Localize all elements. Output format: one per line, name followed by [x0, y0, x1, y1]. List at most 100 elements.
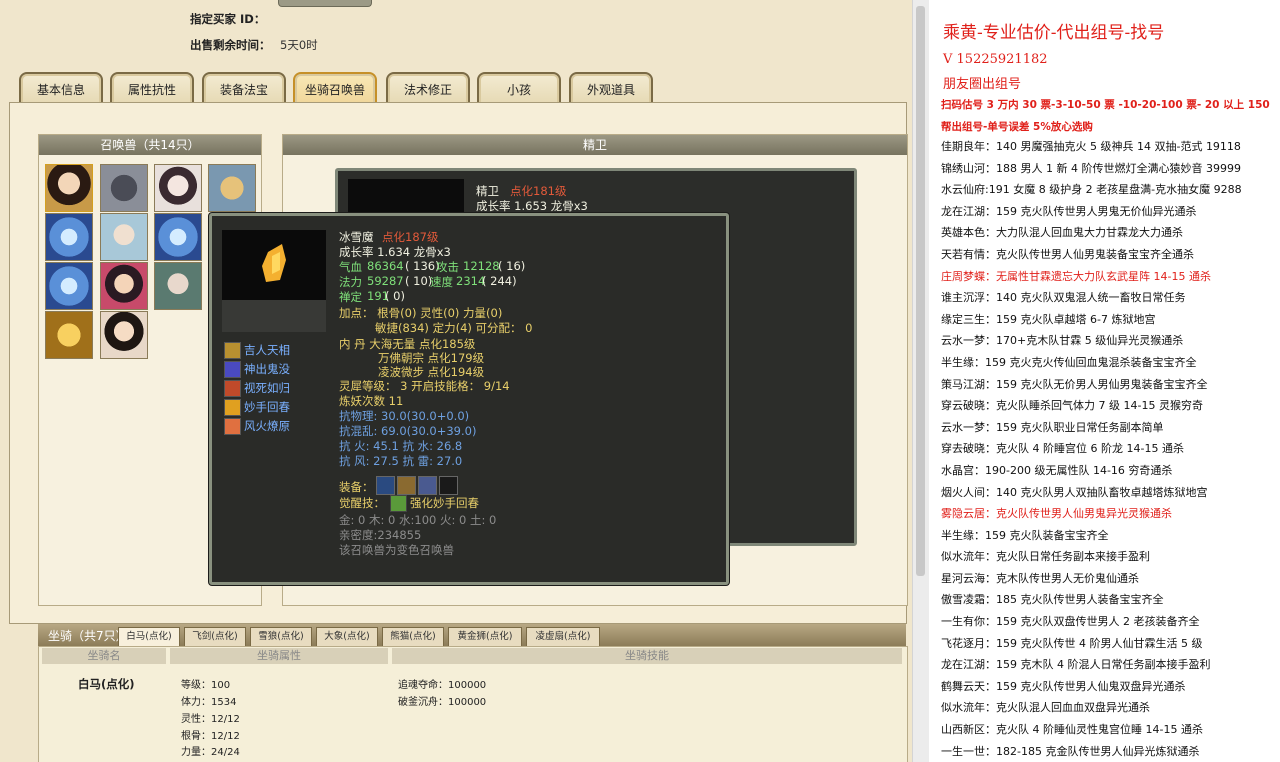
mount-tab-7[interactable]: 凌虚扇(点化): [526, 627, 600, 647]
intimacy: 亲密度:234855: [339, 528, 422, 542]
ad-list-item: 雾隐云居：克火队传世男人仙男鬼异光灵猴通杀: [941, 503, 1275, 525]
mount-tab-6[interactable]: 黄金狮(点化): [448, 627, 522, 647]
pet-avatar-7[interactable]: [154, 213, 202, 261]
selected-pet-title: 精卫: [283, 135, 907, 155]
ad-list-item-text: 龙在江湖：159 克火队传世男人男鬼无价仙异光通杀: [941, 204, 1197, 218]
mount-tab-5[interactable]: 熊猫(点化): [382, 627, 444, 647]
ad-line-3: 扫码估号 3 万内 30 票-3-10-50 票 -10-20-100 票- 2…: [941, 99, 1270, 111]
pet-avatar-4[interactable]: [208, 164, 256, 212]
ad-list-item-text: 似水流年：克火队混人回血血双盘异光通杀: [941, 701, 1150, 715]
top-button-edge[interactable]: [278, 0, 372, 7]
ad-list-item: 穿去破晓：克火队 4 阶睡宫位 6 阶龙 14-15 通杀: [941, 438, 1275, 460]
pet-detail-tooltip: 冰雪魔 点化187级 成长率 1.634 龙骨x3 气血 86364 ( 136…: [209, 213, 729, 585]
equip-label: 装备：: [339, 480, 374, 494]
skill-1-icon[interactable]: [224, 342, 241, 359]
ad-list-item: 烟火人间：140 克火队男人双抽队畜牧卓越塔炼狱地宫: [941, 482, 1275, 504]
tab-equip-treasure[interactable]: 装备法宝: [202, 72, 286, 104]
ad-list-item: 傲雪凌霜：185 克火队传世男人装备宝宝齐全: [941, 589, 1275, 611]
awaken-skill-name: 强化妙手回春: [410, 496, 479, 510]
pet-list-title: 召唤兽（共14只）: [39, 135, 261, 155]
ad-list-item-text: 水晶宫：190-200 级无属性队 14-16 穷奇通杀: [941, 463, 1173, 477]
mount-attr-3: 灵性：12/12: [181, 714, 240, 725]
ad-overlay: 乘黄-专业估价-代出组号-找号 V 15225921182 朋友圈出组号 扫码估…: [929, 0, 1280, 762]
mount-attr-4: 根骨：12/12: [181, 731, 240, 742]
lianyao-count: 炼妖次数 11: [339, 394, 404, 408]
resist-physical: 抗物理: 30.0(30.0+0.0): [339, 409, 470, 423]
ad-list-item: 云水一梦：159 克火队职业日常任务副本简单: [941, 417, 1275, 439]
scrollbar-thumb[interactable]: [916, 6, 925, 576]
cz-label: 禅定: [339, 290, 362, 304]
ad-list-item: 似水流年：克火队混人回血血双盘异光通杀: [941, 697, 1275, 719]
spd-points: ( 244): [482, 274, 517, 288]
ad-list-item-text: 傲雪凌霜：185 克火队传世男人装备宝宝齐全: [941, 593, 1164, 607]
ad-list-item-text: 穿去破晓：克火队 4 阶睡宫位 6 阶龙 14-15 通杀: [941, 442, 1184, 456]
mount-tab-4[interactable]: 大象(点化): [316, 627, 378, 647]
ad-list-item-text: 半生缘：159 克火克火传仙回血鬼混杀装备宝宝齐全: [941, 355, 1197, 369]
atk-value: 12128: [463, 259, 500, 273]
pet-avatar-5[interactable]: [45, 213, 93, 261]
ad-list-item-text: 策马江湖：159 克火队无价男人男仙男鬼装备宝宝齐全: [941, 377, 1208, 391]
ad-list-item: 天若有情：克火队传世男人仙男鬼装备宝宝齐全通杀: [941, 244, 1275, 266]
pet-avatar-10[interactable]: [154, 262, 202, 310]
ad-list-item-text: 云水一梦：159 克火队职业日常任务副本简单: [941, 420, 1164, 434]
tab-attr-resist[interactable]: 属性抗性: [110, 72, 194, 104]
mp-label: 法力: [339, 275, 362, 289]
equip-slot-1-icon[interactable]: [376, 476, 395, 495]
ad-list-item: 水晶宫：190-200 级无属性队 14-16 穷奇通杀: [941, 460, 1275, 482]
pet-avatar-11[interactable]: [45, 311, 93, 359]
skill-2-icon[interactable]: [224, 361, 241, 378]
hp-points: ( 136): [405, 259, 440, 273]
mount-tab-3[interactable]: 雪狼(点化): [250, 627, 312, 647]
tab-spell-correction[interactable]: 法术修正: [386, 72, 470, 104]
tab-basic-info[interactable]: 基本信息: [19, 72, 103, 104]
ad-list-item-text: 锦绣山河：188 男人 1 新 4 阶传世燃灯全满心猿妙音 39999: [941, 161, 1241, 175]
ad-list-item: 穿云破晓：克火队睡杀回气体力 7 级 14-15 灵猴穷奇: [941, 395, 1275, 417]
tab-mount-pet[interactable]: 坐骑召唤兽: [293, 72, 377, 104]
awaken-skill-icon[interactable]: [390, 495, 407, 512]
mount-skill-1: 追魂夺命：100000: [398, 680, 487, 691]
pet-growth: 成长率 1.653 龙骨x3: [476, 199, 588, 213]
mount-tab-1[interactable]: 白马(点化): [118, 627, 180, 647]
mount-tab-2[interactable]: 飞剑(点化): [184, 627, 246, 647]
pet-avatar-8[interactable]: [45, 262, 93, 310]
resist-wind-thunder: 抗 风: 27.5 抗 雷: 27.0: [339, 454, 463, 468]
pet-avatar-6[interactable]: [100, 213, 148, 261]
skill-4-icon[interactable]: [224, 399, 241, 416]
ad-list-item: 一生有你：159 克火队双盘传世男人 2 老孩装备齐全: [941, 611, 1275, 633]
pet-avatar-2[interactable]: [100, 164, 148, 212]
skill-3-icon[interactable]: [224, 380, 241, 397]
equip-slot-2-icon[interactable]: [397, 476, 416, 495]
equip-slot-4-icon[interactable]: [439, 476, 458, 495]
hp-value: 86364: [367, 259, 404, 273]
tip-pet-name: 冰雪魔: [339, 230, 374, 244]
ad-list-item-text: 佳期良年：140 男魔强抽克火 5 级神兵 14 双抽-范式 19118: [941, 140, 1241, 153]
equip-slot-3-icon[interactable]: [418, 476, 437, 495]
pet-avatar-12[interactable]: [100, 311, 148, 359]
ad-list-item-text: 似水流年：克火队日常任务副本来接手盈利: [941, 550, 1150, 564]
ad-list-item-text: 山西新区：克火队 4 阶睡仙灵性鬼宫位睡 14-15 通杀: [941, 723, 1203, 737]
skill-4-name[interactable]: 妙手回春: [244, 399, 290, 415]
tab-child[interactable]: 小孩: [477, 72, 561, 104]
ad-list-item-text: 庄周梦蝶：无属性甘霖遗忘大力队玄武星阵 14-15 通杀: [941, 269, 1211, 283]
hp-label: 气血: [339, 260, 362, 274]
ad-list-item: 山西新区：克火队 4 阶睡仙灵性鬼宫位睡 14-15 通杀: [941, 719, 1275, 741]
ad-list-item: 半生缘：159 克火克火传仙回血鬼混杀装备宝宝齐全: [941, 352, 1275, 374]
skill-5-icon[interactable]: [224, 418, 241, 435]
cz-points: ( 0): [385, 289, 405, 303]
skill-2-name[interactable]: 神出鬼没: [244, 361, 290, 377]
ad-list-item: 星河云海：克木队传世男人无价鬼仙通杀: [941, 568, 1275, 590]
ad-list-item: 似水流年：克火队日常任务副本来接手盈利: [941, 546, 1275, 568]
skill-3-name[interactable]: 视死如归: [244, 380, 290, 396]
pet-avatar-1[interactable]: [45, 164, 93, 212]
ad-list-item-text: 缘定三生：159 克火队卓越塔 6-7 炼狱地宫: [941, 312, 1156, 326]
skill-5-name[interactable]: 风火燎原: [244, 418, 290, 434]
ad-list-item: 佳期良年：140 男魔强抽克火 5 级神兵 14 双抽-范式 19118: [941, 136, 1275, 158]
pet-avatar-3[interactable]: [154, 164, 202, 212]
ad-list-item-text: 天若有情：克火队传世男人仙男鬼装备宝宝齐全通杀: [941, 247, 1194, 261]
pet-avatar-9[interactable]: [100, 262, 148, 310]
tab-appearance[interactable]: 外观道具: [569, 72, 653, 104]
mount-attr-1: 等级：100: [181, 680, 231, 691]
spd-value: 2314: [456, 274, 486, 288]
skill-1-name[interactable]: 吉人天相: [244, 342, 290, 358]
vertical-scrollbar[interactable]: [912, 0, 929, 762]
